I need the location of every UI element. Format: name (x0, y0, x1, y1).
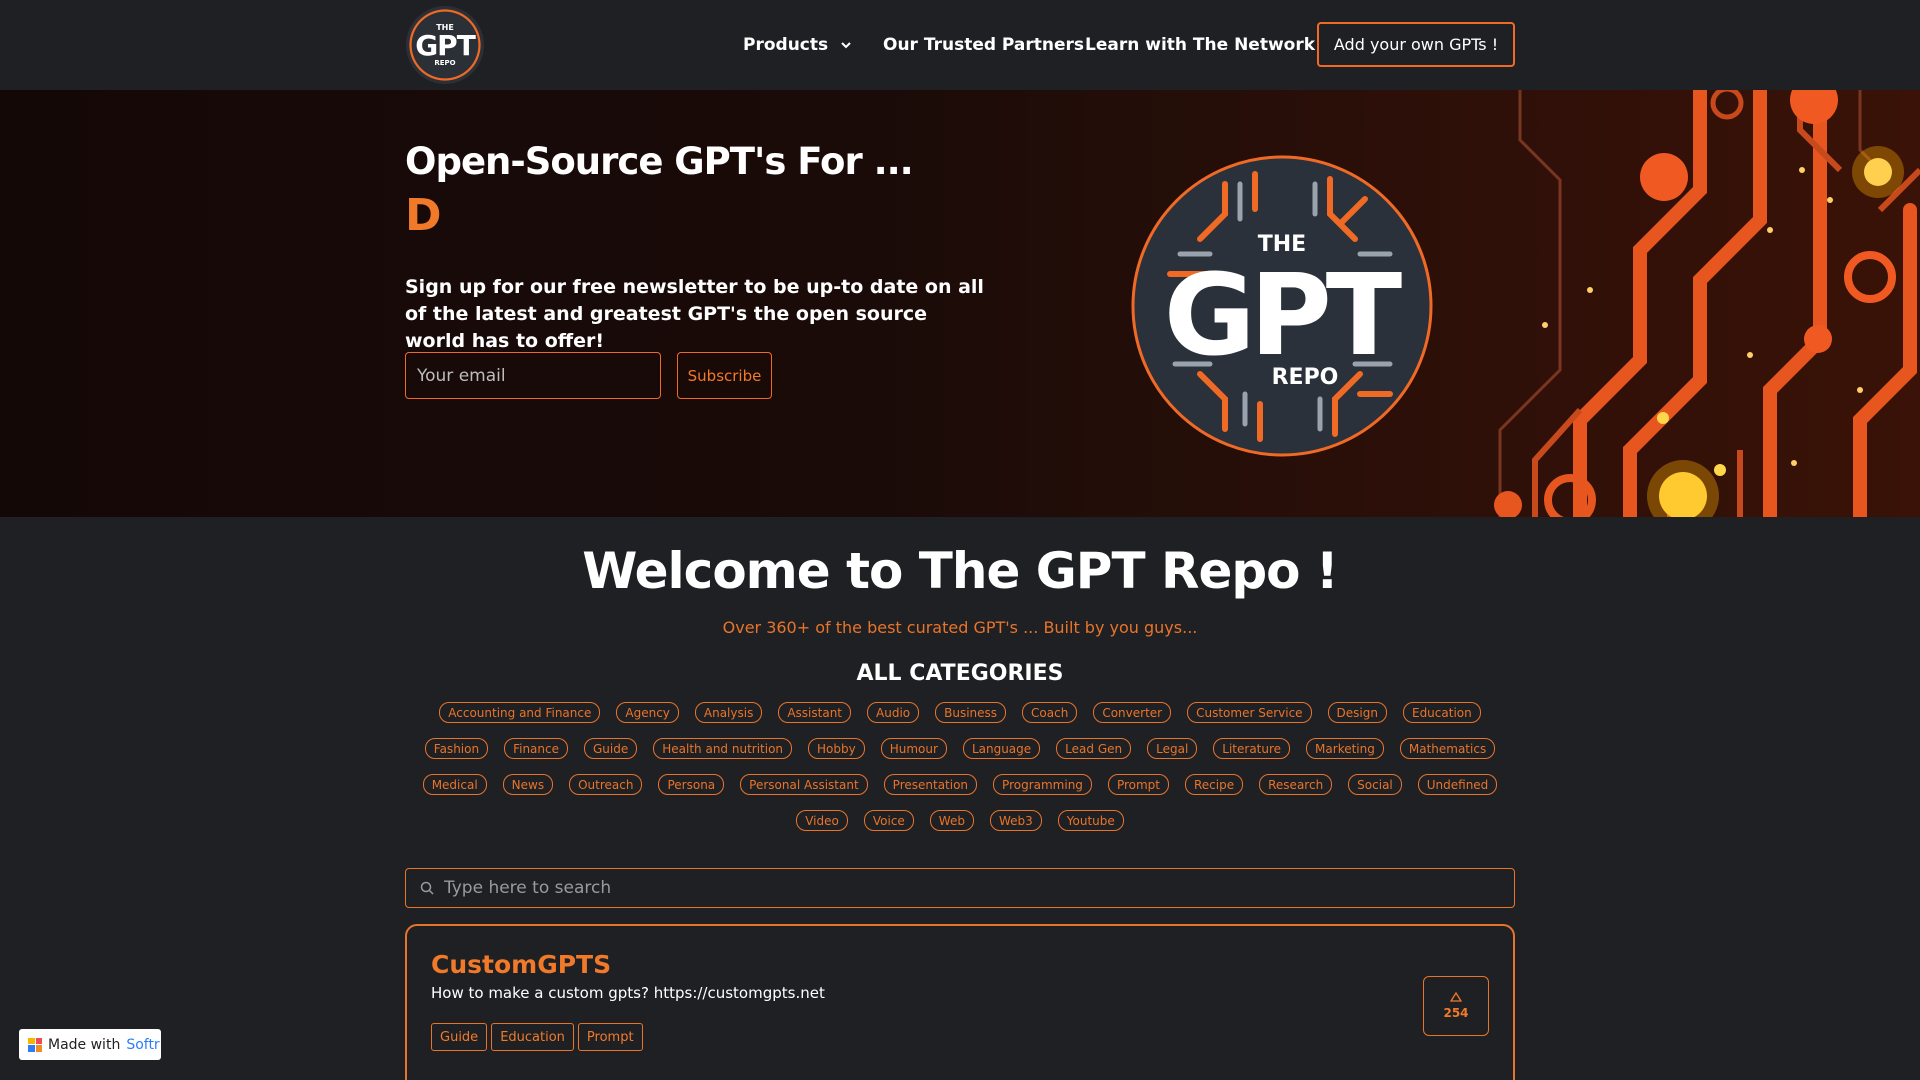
subscribe-button[interactable]: Subscribe (677, 352, 772, 399)
welcome-subtitle: Over 360+ of the best curated GPT's ... … (722, 618, 1198, 637)
softr-brand-label: Softr (126, 1036, 160, 1053)
circuit-decoration (1494, 90, 1920, 517)
gpt-repo-emblem: THE GPT REPO (1131, 155, 1433, 457)
hero-title: Open-Source GPT's For ... (405, 140, 914, 183)
category-chip[interactable]: Accounting and Finance (439, 702, 601, 723)
emblem-repo-text: REPO (1272, 365, 1339, 390)
category-chip[interactable]: Undefined (1417, 774, 1498, 795)
category-list: Accounting and Finance Agency Analysis A… (405, 702, 1515, 831)
welcome-heading: Welcome to The GPT Repo ! (582, 542, 1338, 600)
nav-products-label: Products (743, 35, 829, 55)
category-chip[interactable]: Coach (1022, 702, 1078, 723)
top-navbar: THE GPT REPO Products Our Trusted Partne… (0, 0, 1920, 90)
category-chip[interactable]: Video (796, 810, 848, 831)
card-tags: Guide Education Prompt (431, 1023, 643, 1051)
card-tag[interactable]: Guide (431, 1023, 488, 1051)
category-chip[interactable]: Social (1348, 774, 1402, 795)
category-chip[interactable]: Business (935, 702, 1007, 723)
category-chip[interactable]: Marketing (1306, 738, 1384, 759)
nav-products[interactable]: Products (743, 0, 852, 90)
category-chip[interactable]: Literature (1213, 738, 1291, 759)
category-chip[interactable]: Medical (422, 774, 487, 795)
category-chip[interactable]: Recipe (1185, 774, 1244, 795)
search-input[interactable] (444, 878, 1444, 898)
chevron-down-icon (841, 42, 851, 49)
categories-heading: ALL CATEGORIES (856, 661, 1064, 686)
category-chip[interactable]: Youtube (1057, 810, 1124, 831)
category-chip[interactable]: Outreach (569, 774, 643, 795)
category-chip[interactable]: Health and nutrition (653, 738, 793, 759)
softr-logo-icon (28, 1037, 42, 1052)
emblem-gpt-text: GPT (1164, 251, 1402, 381)
upvote-button[interactable]: 254 (1423, 976, 1489, 1036)
category-chip[interactable]: Converter (1093, 702, 1172, 723)
category-chip[interactable]: Hobby (808, 738, 865, 759)
hero-rotating-text: D (405, 190, 442, 241)
made-with-label: Made with (48, 1036, 121, 1053)
hero-description: Sign up for our free newsletter to be up… (405, 276, 984, 352)
category-chip[interactable]: Guide (584, 738, 638, 759)
category-chip[interactable]: Analysis (694, 702, 763, 723)
category-chip[interactable]: Customer Service (1187, 702, 1312, 723)
vote-count: 254 (1443, 1006, 1469, 1020)
nav-trusted-partners[interactable]: Our Trusted Partners (883, 0, 1084, 90)
category-chip[interactable]: Web (929, 810, 974, 831)
category-chip[interactable]: News (502, 774, 554, 795)
site-logo[interactable]: THE GPT REPO (406, 6, 484, 84)
made-with-softr-badge[interactable]: Made with Softr (19, 1029, 161, 1060)
category-chip[interactable]: Design (1327, 702, 1387, 723)
nav-learn[interactable]: Learn with The Network (1085, 0, 1315, 90)
card-tag[interactable]: Education (491, 1023, 574, 1051)
category-chip[interactable]: Education (1402, 702, 1481, 723)
category-chip[interactable]: Voice (863, 810, 914, 831)
category-chip[interactable]: Prompt (1107, 774, 1169, 795)
card-description: How to make a custom gpts? https://custo… (431, 984, 825, 1002)
category-chip[interactable]: Fashion (424, 738, 489, 759)
card-tag[interactable]: Prompt (577, 1023, 643, 1051)
email-input[interactable] (405, 352, 661, 399)
category-chip[interactable]: Audio (867, 702, 920, 723)
category-chip[interactable]: Personal Assistant (740, 774, 868, 795)
category-chip[interactable]: Language (962, 738, 1041, 759)
category-chip[interactable]: Agency (616, 702, 679, 723)
add-gpts-button[interactable]: Add your own GPTs ! (1317, 22, 1515, 67)
category-chip[interactable]: Assistant (778, 702, 852, 723)
category-chip[interactable]: Legal (1147, 738, 1198, 759)
category-chip[interactable]: Mathematics (1399, 738, 1496, 759)
search-icon (420, 881, 434, 895)
category-chip[interactable]: Web3 (989, 810, 1042, 831)
category-chip[interactable]: Finance (504, 738, 568, 759)
hero-section: Open-Source GPT's For ... D Sign up for … (0, 90, 1920, 517)
upvote-triangle-icon (1450, 992, 1462, 1002)
category-chip[interactable]: Programming (993, 774, 1092, 795)
category-chip[interactable]: Persona (658, 774, 725, 795)
category-chip[interactable]: Research (1259, 774, 1333, 795)
category-chip[interactable]: Lead Gen (1056, 738, 1132, 759)
card-title[interactable]: CustomGPTS (431, 950, 611, 979)
category-chip[interactable]: Humour (880, 738, 947, 759)
search-bar[interactable] (405, 868, 1515, 908)
category-chip[interactable]: Presentation (883, 774, 978, 795)
gpt-card[interactable]: CustomGPTS How to make a custom gpts? ht… (405, 924, 1515, 1080)
